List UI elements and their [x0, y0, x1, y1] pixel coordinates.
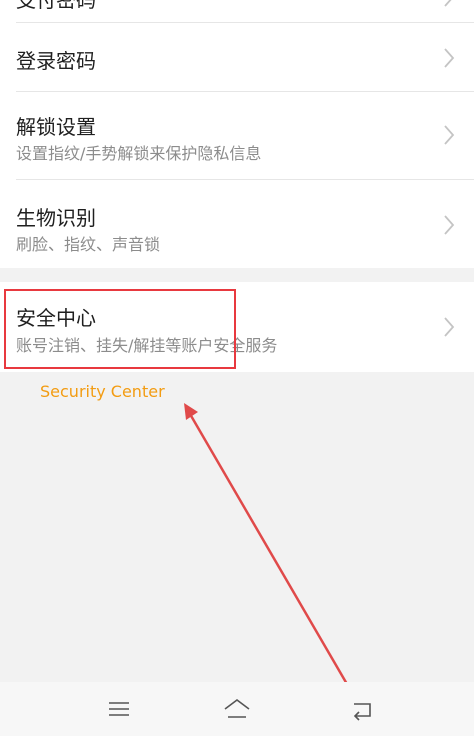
settings-item-security-center[interactable]: 安全中心 账号注销、挂失/解挂等账户安全服务	[0, 282, 474, 372]
settings-item-login-password[interactable]: 登录密码	[0, 23, 474, 91]
settings-group-security: 安全中心 账号注销、挂失/解挂等账户安全服务	[0, 282, 474, 372]
chevron-right-icon	[444, 215, 455, 235]
menu-icon[interactable]	[104, 694, 134, 724]
annotation-label: Security Center	[40, 382, 165, 401]
home-icon[interactable]	[222, 694, 252, 724]
settings-item-title: 登录密码	[16, 49, 96, 73]
settings-item-biometrics[interactable]: 生物识别 刷脸、指纹、声音锁	[0, 180, 474, 268]
settings-item-unlock-settings[interactable]: 解锁设置 设置指纹/手势解锁来保护隐私信息	[0, 92, 474, 179]
chevron-right-icon	[444, 125, 455, 145]
system-navbar	[0, 682, 474, 736]
chevron-right-icon	[444, 317, 455, 337]
chevron-right-icon	[444, 0, 452, 7]
settings-item-title: 安全中心	[16, 306, 96, 330]
settings-item-subtitle: 刷脸、指纹、声音锁	[16, 235, 161, 254]
settings-group-top: 支付密码 登录密码 解锁设置 设置指纹/手势解锁来保护隐私信息 生物识别 刷脸、…	[0, 0, 474, 268]
back-icon[interactable]	[348, 694, 378, 724]
settings-item-payment-password[interactable]: 支付密码	[0, 0, 474, 10]
chevron-right-icon	[444, 48, 455, 68]
settings-item-subtitle: 账号注销、挂失/解挂等账户安全服务	[16, 336, 278, 355]
settings-item-title: 支付密码	[16, 0, 96, 10]
settings-item-title: 解锁设置	[16, 115, 96, 139]
settings-item-title: 生物识别	[16, 206, 96, 230]
settings-item-subtitle: 设置指纹/手势解锁来保护隐私信息	[16, 144, 262, 163]
